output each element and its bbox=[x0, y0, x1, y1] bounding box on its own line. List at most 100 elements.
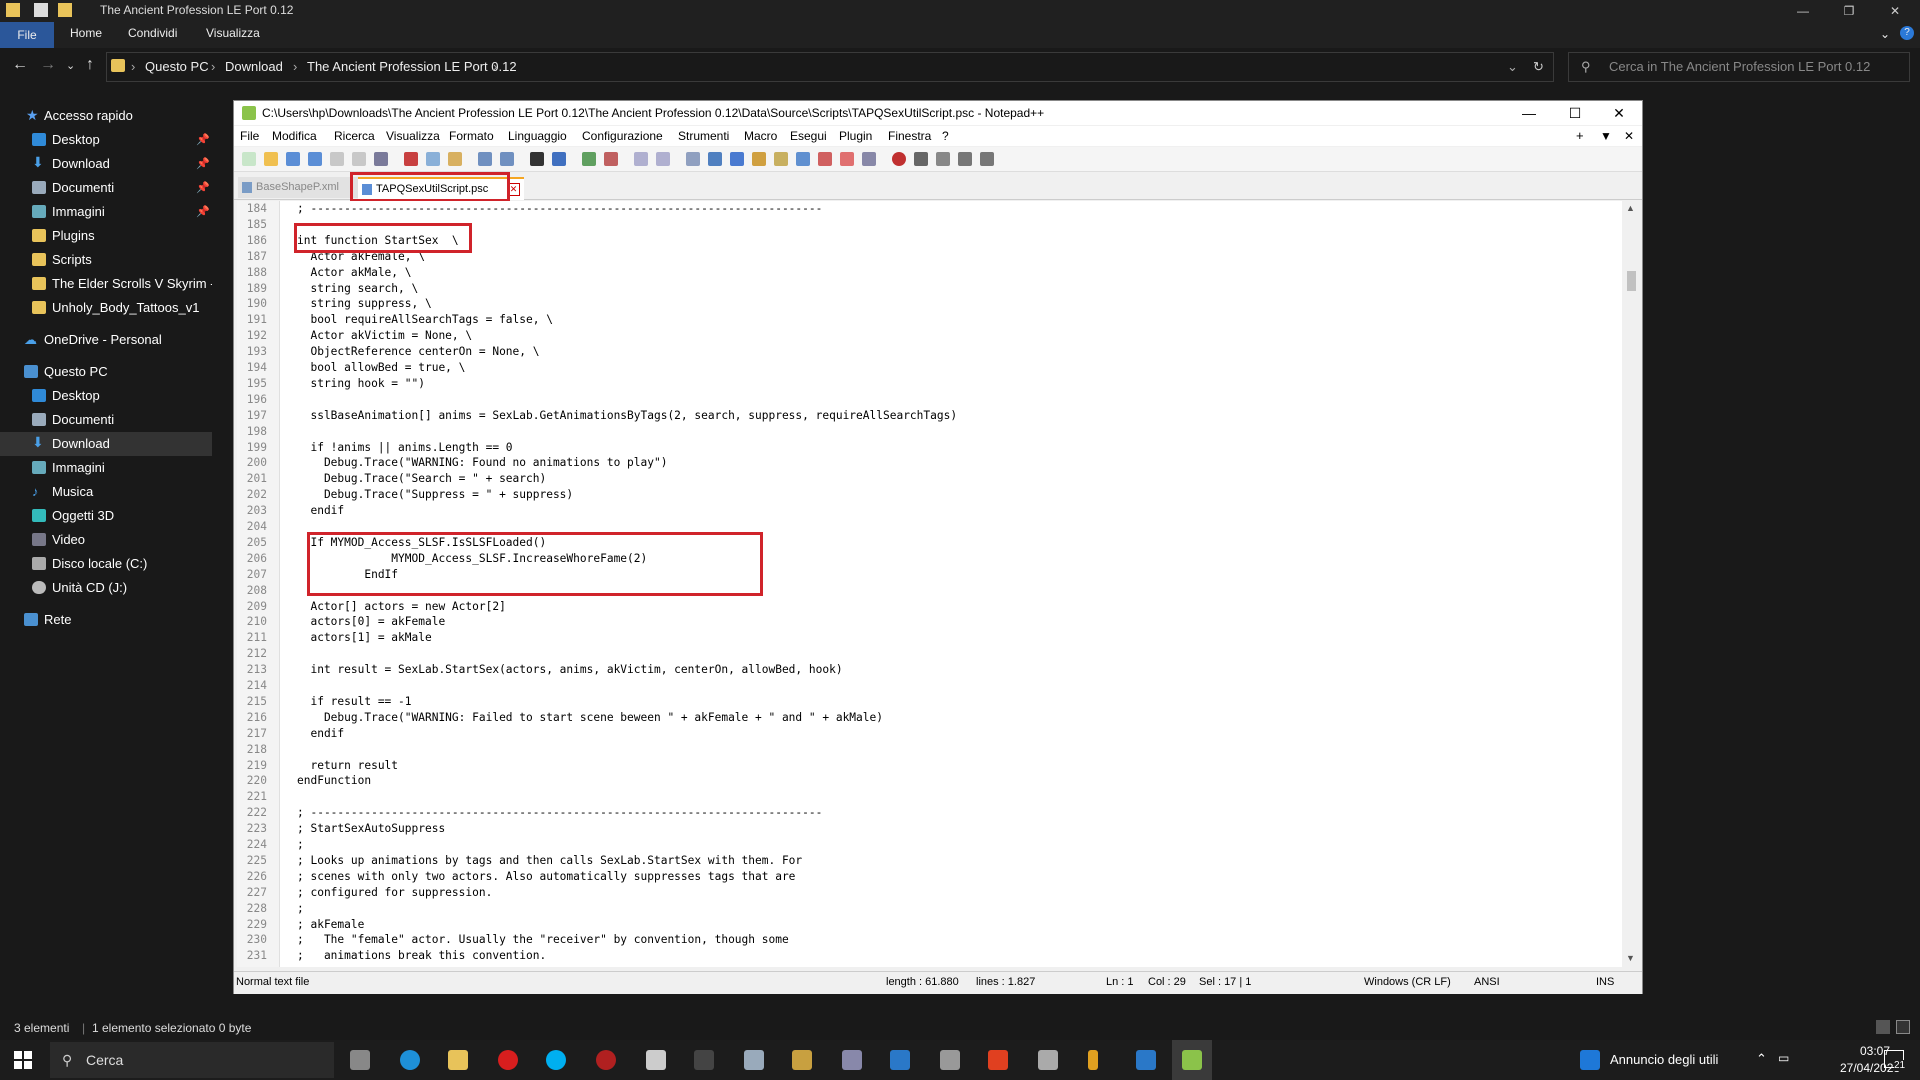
ribbon-tab-file[interactable]: File bbox=[0, 22, 54, 48]
tab-baseshape[interactable]: BaseShapeP.xml bbox=[238, 177, 368, 198]
tiles-view-icon[interactable] bbox=[1896, 1020, 1910, 1034]
show-all-chars-icon[interactable] bbox=[708, 152, 722, 166]
record-macro-icon[interactable] bbox=[892, 152, 906, 166]
arrow-app-icon[interactable] bbox=[1088, 1050, 1098, 1070]
nav-onedrive[interactable]: ☁ OneDrive - Personal bbox=[0, 328, 212, 352]
word-wrap-icon[interactable] bbox=[686, 152, 700, 166]
run-macro-multiple-icon[interactable] bbox=[958, 152, 972, 166]
vertical-scrollbar[interactable]: ▲ ▼ bbox=[1623, 201, 1640, 967]
ribbon-tab-view[interactable]: Visualizza bbox=[206, 26, 260, 40]
breadcrumb-folder[interactable]: The Ancient Profession LE Port 0.12 bbox=[307, 59, 517, 74]
close-button[interactable]: ✕ bbox=[1872, 0, 1918, 22]
browser-app-icon[interactable] bbox=[1136, 1050, 1156, 1070]
back-arrow-icon[interactable]: ← bbox=[12, 56, 28, 74]
news-widget-label[interactable]: Annuncio degli utili bbox=[1610, 1052, 1718, 1067]
file-explorer-icon[interactable] bbox=[448, 1050, 468, 1070]
menu-plugin[interactable]: Plugin bbox=[839, 129, 872, 143]
mod-organizer-icon[interactable] bbox=[792, 1050, 812, 1070]
zoom-out-icon[interactable] bbox=[604, 152, 618, 166]
menu-format[interactable]: Formato bbox=[449, 129, 494, 143]
undo-icon[interactable] bbox=[478, 152, 492, 166]
find-icon[interactable] bbox=[530, 152, 544, 166]
eye-icon[interactable] bbox=[862, 152, 876, 166]
opera-icon[interactable] bbox=[498, 1050, 518, 1070]
windows-start-icon[interactable] bbox=[14, 1051, 32, 1069]
save-all-icon[interactable] bbox=[308, 152, 322, 166]
close-all-icon[interactable] bbox=[352, 152, 366, 166]
nav-pc-download[interactable]: ⬇ Download bbox=[0, 432, 212, 456]
fallout-app-icon[interactable] bbox=[988, 1050, 1008, 1070]
maximize-button[interactable]: ☐ bbox=[1552, 101, 1598, 125]
nav-pc-desktop[interactable]: Desktop bbox=[0, 384, 212, 408]
taskbar-search-box[interactable]: ⚲ Cerca bbox=[50, 1042, 334, 1078]
menu-macro[interactable]: Macro bbox=[744, 129, 777, 143]
menu-help[interactable]: ? bbox=[942, 129, 949, 143]
nav-pictures[interactable]: Immagini 📌 bbox=[0, 200, 212, 224]
scroll-thumb[interactable] bbox=[1627, 271, 1636, 291]
nav-download[interactable]: ⬇ Download 📌 bbox=[0, 152, 212, 176]
code-editor[interactable]: 184 ; -----------------------------------… bbox=[237, 201, 1622, 967]
nav-documents[interactable]: Documenti 📌 bbox=[0, 176, 212, 200]
skype-icon[interactable] bbox=[546, 1050, 566, 1070]
ribbon-tab-home[interactable]: Home bbox=[70, 26, 102, 40]
sync-horizontal-icon[interactable] bbox=[656, 152, 670, 166]
new-folder-icon[interactable] bbox=[58, 3, 72, 17]
print-icon[interactable] bbox=[374, 152, 388, 166]
replace-icon[interactable] bbox=[552, 152, 566, 166]
nav-pc-disk-c[interactable]: Disco locale (C:) bbox=[0, 552, 212, 576]
minimize-button[interactable]: — bbox=[1780, 0, 1826, 22]
zoom-in-icon[interactable] bbox=[582, 152, 596, 166]
sync-vertical-icon[interactable] bbox=[634, 152, 648, 166]
add-tab-icon[interactable]: + bbox=[1576, 128, 1584, 143]
nav-skyrim[interactable]: The Elder Scrolls V Skyrim - Le bbox=[0, 272, 212, 296]
address-dropdown-icon[interactable]: ⌄ bbox=[1507, 59, 1518, 75]
paste-icon[interactable] bbox=[448, 152, 462, 166]
menu-settings[interactable]: Configurazione bbox=[582, 129, 663, 143]
scroll-down-icon[interactable]: ▼ bbox=[1626, 953, 1635, 963]
close-file-icon[interactable] bbox=[330, 152, 344, 166]
task-view-icon[interactable] bbox=[350, 1050, 370, 1070]
nav-pc-video[interactable]: Video bbox=[0, 528, 212, 552]
calculator-icon[interactable] bbox=[646, 1050, 666, 1070]
menu-file[interactable]: File bbox=[240, 129, 259, 143]
function-list-icon[interactable] bbox=[774, 152, 788, 166]
save-macro-icon[interactable] bbox=[980, 152, 994, 166]
tray-chevron-icon[interactable]: ⌃ bbox=[1756, 1051, 1767, 1067]
udl-icon[interactable] bbox=[840, 152, 854, 166]
up-arrow-icon[interactable]: ↑ bbox=[86, 56, 94, 74]
copy-icon[interactable] bbox=[426, 152, 440, 166]
nav-network[interactable]: Rete bbox=[0, 608, 212, 632]
redo-icon[interactable] bbox=[500, 152, 514, 166]
recent-chevron-icon[interactable]: ⌄ bbox=[66, 59, 75, 72]
open-file-icon[interactable] bbox=[264, 152, 278, 166]
game-app-icon[interactable] bbox=[596, 1050, 616, 1070]
save-icon[interactable] bbox=[286, 152, 300, 166]
keyboard-app-icon[interactable] bbox=[694, 1050, 714, 1070]
scroll-up-icon[interactable]: ▲ bbox=[1626, 203, 1635, 213]
nav-quick-access[interactable]: ★ Accesso rapido bbox=[0, 104, 212, 128]
nav-this-pc[interactable]: Questo PC bbox=[0, 360, 212, 384]
nav-plugins[interactable]: Plugins bbox=[0, 224, 212, 248]
nav-desktop[interactable]: Desktop 📌 bbox=[0, 128, 212, 152]
menu-tools[interactable]: Strumenti bbox=[678, 129, 729, 143]
nav-pc-music[interactable]: ♪ Musica bbox=[0, 480, 212, 504]
help-icon[interactable]: ? bbox=[1900, 26, 1914, 40]
stop-macro-icon[interactable] bbox=[914, 152, 928, 166]
breadcrumb-download[interactable]: Download bbox=[225, 59, 283, 74]
monitoring-icon[interactable] bbox=[818, 152, 832, 166]
menu-language[interactable]: Linguaggio bbox=[508, 129, 567, 143]
explorer-search-input[interactable]: ⚲ Cerca in The Ancient Profession LE Por… bbox=[1568, 52, 1910, 82]
details-view-icon[interactable] bbox=[1876, 1020, 1890, 1034]
forward-arrow-icon[interactable]: → bbox=[40, 56, 56, 74]
nav-pc-cd-j[interactable]: Unità CD (J:) bbox=[0, 576, 212, 600]
nav-tattoos[interactable]: Unholy_Body_Tattoos_v1 bbox=[0, 296, 212, 320]
maximize-button[interactable]: ❐ bbox=[1826, 0, 1872, 22]
menu-view[interactable]: Visualizza bbox=[386, 129, 440, 143]
chevron-down-icon[interactable]: ⌄ bbox=[1880, 27, 1890, 41]
menu-edit[interactable]: Modifica bbox=[272, 129, 317, 143]
play-macro-icon[interactable] bbox=[936, 152, 950, 166]
archive-app-icon[interactable] bbox=[940, 1050, 960, 1070]
menu-run[interactable]: Esegui bbox=[790, 129, 827, 143]
close-doc-icon[interactable]: ✕ bbox=[1624, 129, 1634, 143]
news-widget-icon[interactable] bbox=[1580, 1050, 1600, 1070]
